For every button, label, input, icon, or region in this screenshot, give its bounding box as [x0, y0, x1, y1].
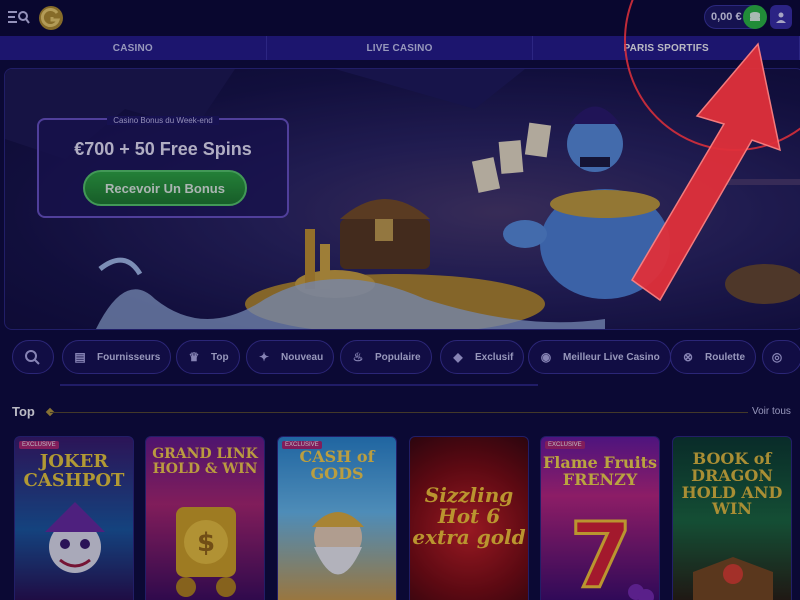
exclusive-badge: EXCLUSIVE	[545, 441, 585, 449]
svg-text:7: 7	[570, 504, 633, 600]
live-icon: ◉	[540, 350, 552, 364]
menu-search-icon[interactable]	[8, 9, 30, 25]
game-art	[45, 502, 105, 573]
game-title: Sizzling Hot 6 extra gold	[412, 483, 526, 549]
category-label: Meilleur Live Casino	[563, 351, 660, 363]
roulette-icon: ⊗	[682, 350, 694, 364]
category-label: Exclusif	[475, 351, 514, 363]
game-title: GRAND LINK HOLD & WIN	[152, 446, 258, 477]
category-search[interactable]	[12, 340, 54, 374]
category-roulette[interactable]: ⊗ Roulette	[670, 340, 756, 374]
game-tile[interactable]: EXCLUSIVE JOKER CASHPOT	[14, 436, 134, 600]
game-title: BOOK of DRAGON HOLD AND WIN	[681, 449, 783, 519]
tab-live-casino[interactable]: LIVE CASINO	[267, 36, 534, 60]
category-label: Top	[211, 351, 229, 363]
category-label: Roulette	[705, 351, 745, 363]
category-more[interactable]: ◎	[762, 340, 800, 374]
category-nouveau[interactable]: ✦ Nouveau	[246, 340, 335, 374]
more-category-icon: ◎	[771, 350, 783, 364]
game-title: CASH of GODS	[299, 447, 375, 483]
crown-icon: ♛	[188, 350, 200, 364]
category-label: Fournisseurs	[97, 351, 161, 363]
deposit-button[interactable]	[743, 5, 767, 29]
category-label: Populaire	[375, 351, 421, 363]
category-meilleur-live-casino[interactable]: ◉ Meilleur Live Casino	[528, 340, 671, 374]
promo-title: €700 + 50 Free Spins	[74, 139, 252, 159]
category-bar: ▤ Fournisseurs ♛ Top ✦ Nouveau ♨ Populai…	[0, 340, 800, 380]
get-bonus-button[interactable]: Recevoir Un Bonus	[83, 170, 247, 206]
category-exclusif[interactable]: ◆ Exclusif	[440, 340, 525, 374]
sparkle-icon: ✦	[258, 350, 270, 364]
category-label: Nouveau	[281, 351, 324, 363]
category-top[interactable]: ♛ Top	[176, 340, 240, 374]
category-scrollbar[interactable]	[60, 384, 538, 386]
user-account-button[interactable]	[770, 5, 792, 29]
page: 0,00 € CASINO LIVE CASINO PARIS SPORTIFS	[0, 0, 800, 600]
section-title-top: Top	[12, 404, 35, 419]
see-all-link[interactable]: Voir tous	[752, 406, 791, 417]
game-title: Flame Fruits FRENZY	[542, 453, 658, 489]
game-art: 7	[568, 503, 654, 600]
category-populaire[interactable]: ♨ Populaire	[340, 340, 432, 374]
providers-icon: ▤	[74, 350, 86, 364]
game-art	[693, 557, 773, 600]
fire-icon: ♨	[352, 350, 364, 364]
game-tile[interactable]: Sizzling Hot 6 extra gold	[409, 436, 529, 600]
game-title: JOKER CASHPOT	[23, 451, 125, 491]
game-art: $	[176, 507, 236, 597]
exclusive-badge: EXCLUSIVE	[19, 441, 59, 449]
brand-logo[interactable]	[38, 5, 64, 31]
svg-text:$: $	[197, 528, 215, 558]
game-tile[interactable]: GRAND LINK HOLD & WIN $	[145, 436, 265, 600]
balance-value: 0,00 €	[711, 11, 742, 23]
category-fournisseurs[interactable]: ▤ Fournisseurs	[62, 340, 172, 374]
game-art	[312, 512, 364, 575]
section-divider	[50, 412, 748, 413]
game-tile[interactable]: EXCLUSIVE Flame Fruits FRENZY 7	[540, 436, 660, 600]
diamond-icon: ◆	[453, 350, 463, 364]
user-icon	[776, 12, 786, 23]
game-tile[interactable]: BOOK of DRAGON HOLD AND WIN	[672, 436, 792, 600]
promo-kicker: Casino Bonus du Week-end	[37, 116, 289, 125]
coins-icon	[750, 12, 760, 21]
tab-paris-sportifs[interactable]: PARIS SPORTIFS	[533, 36, 800, 60]
main-nav-tabs: CASINO LIVE CASINO PARIS SPORTIFS	[0, 36, 800, 60]
tab-casino[interactable]: CASINO	[0, 36, 267, 60]
game-tile[interactable]: EXCLUSIVE CASH of GODS	[277, 436, 397, 600]
search-icon	[21, 346, 43, 368]
top-bar: 0,00 €	[0, 0, 800, 36]
